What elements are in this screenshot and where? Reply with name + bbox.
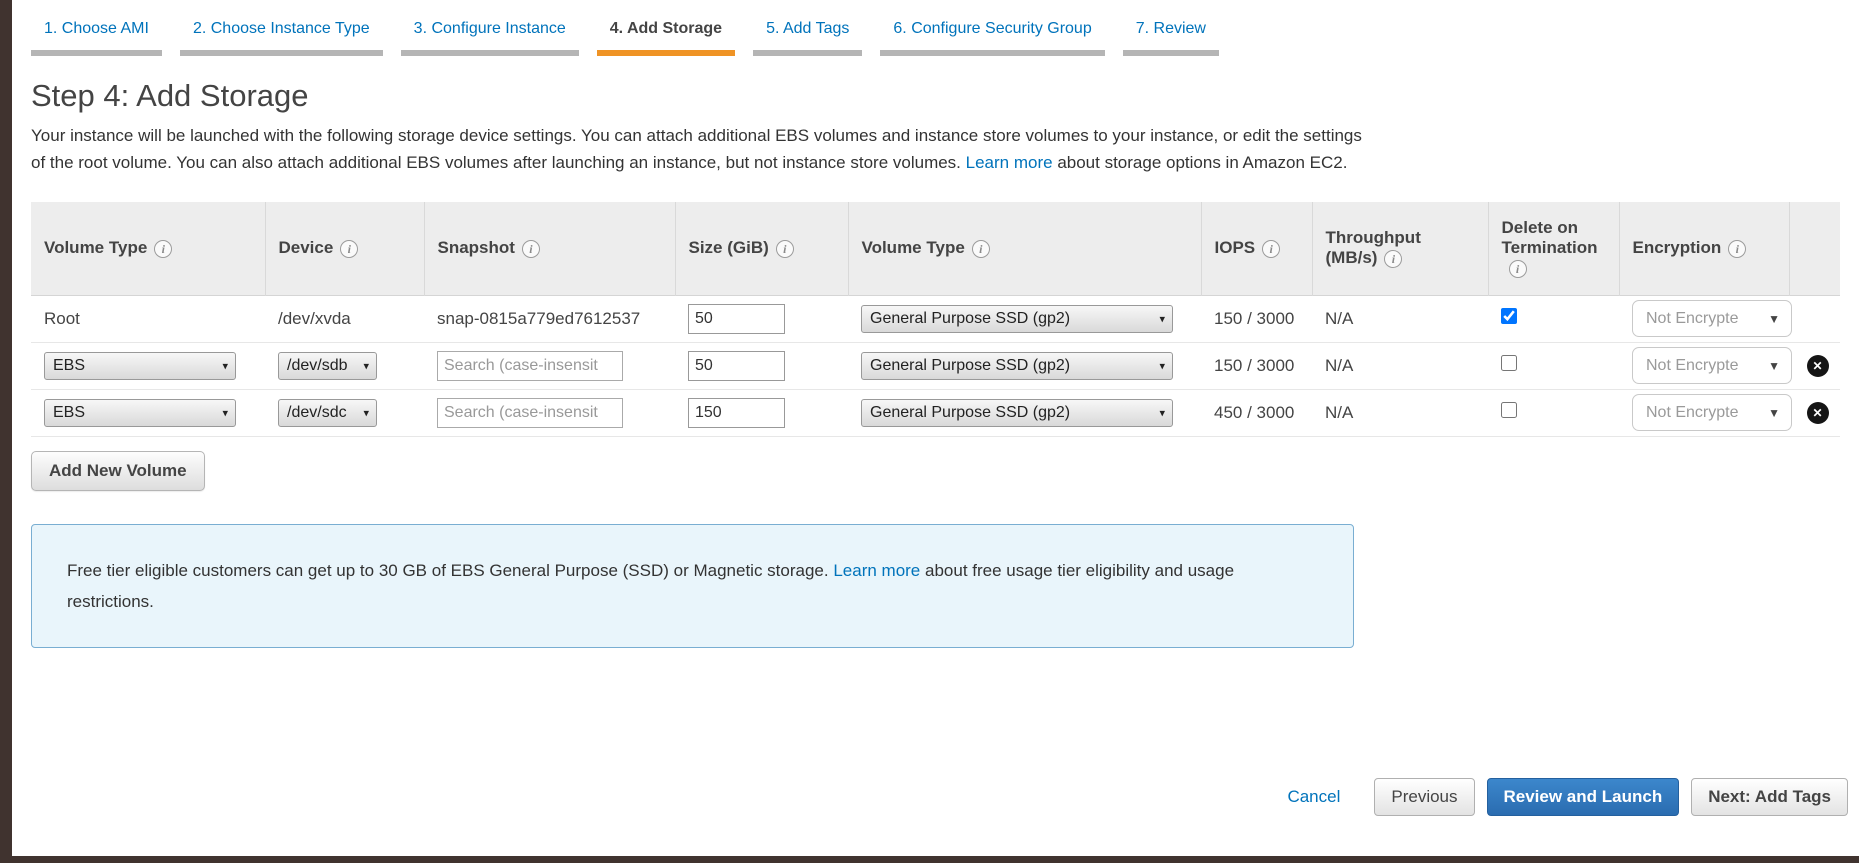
- table-row-ebs-sdc: EBS ▾ /dev/sdc ▾ Search (case-insensit 1…: [31, 388, 1840, 437]
- learn-more-storage-link[interactable]: Learn more: [966, 153, 1053, 172]
- col-snapshot: Snapshot i: [423, 202, 675, 295]
- root-iops-value: 150 / 3000: [1201, 294, 1312, 342]
- next-add-tags-button[interactable]: Next: Add Tags: [1691, 777, 1848, 816]
- storage-volumes-table: Volume Type i Device i Snapshot i Size (GiB…: [31, 202, 1840, 437]
- chevron-down-icon: ▼: [1768, 311, 1780, 326]
- col-iops: IOPS i: [1200, 202, 1312, 295]
- previous-button[interactable]: Previous: [1374, 777, 1475, 816]
- sdb-delete-on-termination-checkbox[interactable]: [1501, 355, 1517, 371]
- sdb-volume-type-select[interactable]: EBS: [44, 351, 236, 380]
- table-header-row: Volume Type i Device i Snapshot i Size (GiB…: [31, 202, 1840, 295]
- info-icon[interactable]: i: [340, 239, 359, 258]
- info-icon[interactable]: i: [971, 239, 990, 258]
- page-description: Your instance will be launched with the …: [31, 122, 1379, 176]
- col-throughput-label2: (MB/s): [1325, 248, 1378, 268]
- sdb-device-select[interactable]: /dev/sdb: [278, 351, 377, 380]
- description-text-after: about storage options in Amazon EC2.: [1057, 153, 1348, 172]
- col-encryption: Encryption i: [1618, 202, 1789, 295]
- free-tier-info-box: Free tier eligible customers can get up …: [31, 523, 1354, 648]
- sdb-remove-volume-button[interactable]: ✕: [1806, 354, 1829, 377]
- col-device: Device i: [264, 202, 424, 295]
- chevron-down-icon: ▼: [1768, 358, 1780, 373]
- sdc-volume-type-select[interactable]: EBS: [44, 398, 236, 427]
- col-volume-type-2-label: Volume Type: [861, 238, 965, 258]
- root-snapshot-cell: snap-0815a779ed7612537: [424, 294, 675, 342]
- col-size-label: Size (GiB): [688, 238, 769, 258]
- info-icon[interactable]: i: [521, 239, 540, 258]
- main-content: 1. Choose AMI 2. Choose Instance Type 3.…: [31, 0, 1848, 816]
- tab-add-storage[interactable]: 4. Add Storage: [596, 20, 736, 56]
- sdb-iops-value: 150 / 3000: [1201, 341, 1312, 389]
- col-snapshot-label: Snapshot: [437, 238, 515, 258]
- wizard-step-tabs: 1. Choose AMI 2. Choose Instance Type 3.…: [31, 0, 1848, 56]
- free-tier-text: Free tier eligible customers can get up …: [67, 560, 829, 580]
- col-delete-on-termination: Delete on Terminationi: [1487, 202, 1619, 295]
- tab-choose-instance-type[interactable]: 2. Choose Instance Type: [179, 20, 383, 56]
- sdc-device-select[interactable]: /dev/sdc: [278, 398, 377, 427]
- col-size: Size (GiB) i: [674, 202, 848, 295]
- sdb-size-input[interactable]: [688, 350, 785, 381]
- left-sidebar-rail: [0, 0, 12, 863]
- tab-configure-security-group[interactable]: 6. Configure Security Group: [880, 20, 1105, 56]
- info-icon[interactable]: i: [1728, 239, 1747, 258]
- col-volume-type: Volume Type i: [31, 202, 265, 295]
- sdc-size-input[interactable]: [688, 397, 785, 428]
- root-size-input[interactable]: [688, 303, 785, 334]
- sdc-remove-volume-button[interactable]: ✕: [1806, 401, 1829, 424]
- footer-bar: [0, 856, 1859, 863]
- sdc-encryption-select[interactable]: Not Encrypte ▼: [1632, 394, 1792, 431]
- learn-more-free-tier-link[interactable]: Learn more: [833, 561, 920, 580]
- tab-choose-ami[interactable]: 1. Choose AMI: [31, 20, 162, 56]
- info-icon[interactable]: i: [1384, 249, 1403, 268]
- col-delete-on-termination-label: Delete on Termination: [1501, 218, 1598, 258]
- cancel-link[interactable]: Cancel: [1287, 787, 1340, 807]
- sdb-encryption-select[interactable]: Not Encrypte ▼: [1632, 347, 1792, 384]
- table-row-root-volume: Root /dev/xvda snap-0815a779ed7612537 Ge…: [31, 294, 1840, 342]
- info-icon[interactable]: i: [775, 239, 794, 258]
- sdc-delete-on-termination-checkbox[interactable]: [1501, 402, 1517, 418]
- sdc-throughput-value: N/A: [1312, 388, 1488, 437]
- sdc-snapshot-search-input[interactable]: [437, 397, 623, 428]
- col-throughput: Throughput (MB/s) i: [1311, 202, 1488, 295]
- review-and-launch-button[interactable]: Review and Launch: [1486, 777, 1680, 816]
- info-icon[interactable]: i: [154, 239, 173, 258]
- root-device-cell: /dev/xvda: [265, 294, 424, 342]
- col-encryption-label: Encryption: [1632, 238, 1722, 258]
- wizard-footer-actions: Cancel Previous Review and Launch Next: …: [31, 777, 1848, 816]
- table-row-ebs-sdb: EBS ▾ /dev/sdb ▾ Search (case-insensit 5…: [31, 341, 1840, 389]
- add-new-volume-button[interactable]: Add New Volume: [31, 450, 205, 491]
- col-volume-type-label: Volume Type: [44, 238, 148, 258]
- col-iops-label: IOPS: [1214, 238, 1256, 258]
- info-icon[interactable]: i: [1508, 259, 1527, 278]
- sdb-encryption-value: Not Encrypte: [1646, 356, 1739, 374]
- root-volume-type-cell: Root: [31, 294, 265, 342]
- col-throughput-label: Throughput: [1325, 228, 1421, 248]
- col-volume-type-2: Volume Type i: [847, 202, 1201, 295]
- root-throughput-value: N/A: [1312, 294, 1488, 342]
- tab-review[interactable]: 7. Review: [1122, 20, 1219, 56]
- tab-configure-instance[interactable]: 3. Configure Instance: [400, 20, 579, 56]
- chevron-down-icon: ▼: [1768, 405, 1780, 420]
- sdc-volume-type-select2[interactable]: General Purpose SSD (gp2): [861, 398, 1173, 427]
- sdb-snapshot-search-input[interactable]: [437, 350, 623, 381]
- sdb-volume-type-select2[interactable]: General Purpose SSD (gp2): [861, 351, 1173, 380]
- col-actions: [1788, 202, 1840, 295]
- col-device-label: Device: [278, 238, 334, 258]
- sdc-iops-value: 450 / 3000: [1201, 388, 1312, 437]
- sdc-encryption-value: Not Encrypte: [1646, 403, 1739, 421]
- page-title: Step 4: Add Storage: [31, 78, 309, 113]
- root-encryption-value: Not Encrypte: [1646, 309, 1739, 327]
- tab-add-tags[interactable]: 5. Add Tags: [753, 20, 863, 56]
- sdb-throughput-value: N/A: [1312, 341, 1488, 389]
- root-volume-type-select[interactable]: General Purpose SSD (gp2): [861, 304, 1173, 333]
- info-icon[interactable]: i: [1262, 239, 1281, 258]
- root-delete-on-termination-checkbox[interactable]: [1501, 308, 1517, 324]
- root-encryption-select[interactable]: Not Encrypte ▼: [1632, 300, 1792, 337]
